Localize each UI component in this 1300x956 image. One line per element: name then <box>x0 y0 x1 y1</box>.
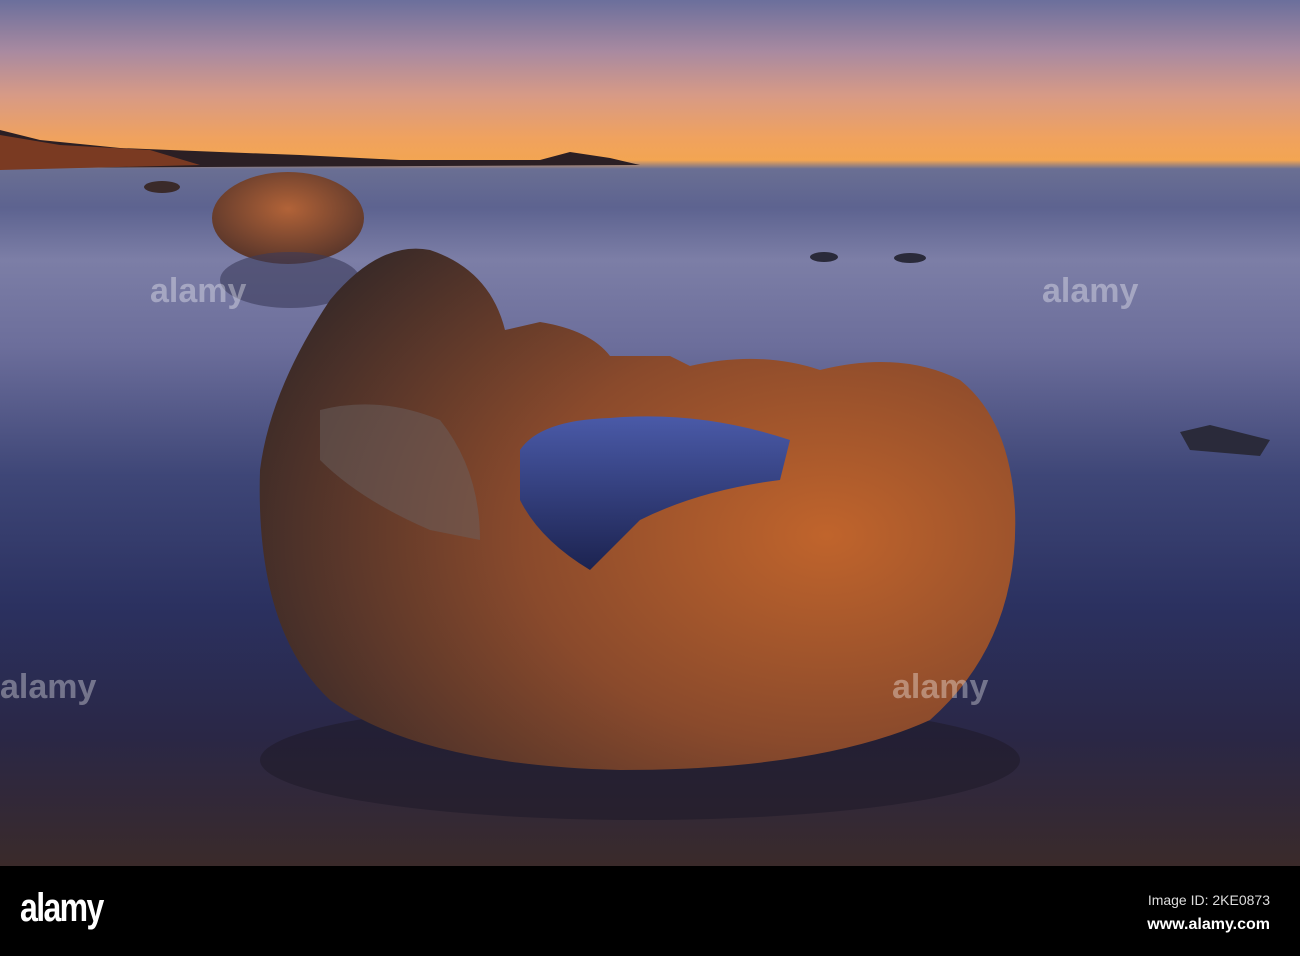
watermark: alamy <box>0 668 97 706</box>
image-id: Image ID: 2KE0873 <box>1147 892 1270 908</box>
alamy-logo: alamy <box>20 886 104 930</box>
beach-sunset-photo: alamy alamy alamy alamy <box>0 0 1300 866</box>
watermark: alamy <box>892 668 989 706</box>
site-url: www.alamy.com <box>1147 916 1270 933</box>
distant-boulder <box>212 172 364 264</box>
watermark: alamy <box>150 272 247 310</box>
scene <box>0 130 1270 820</box>
footer-bar: alamy Image ID: 2KE0873 www.alamy.com <box>0 866 1300 956</box>
watermark: alamy <box>1042 272 1139 310</box>
